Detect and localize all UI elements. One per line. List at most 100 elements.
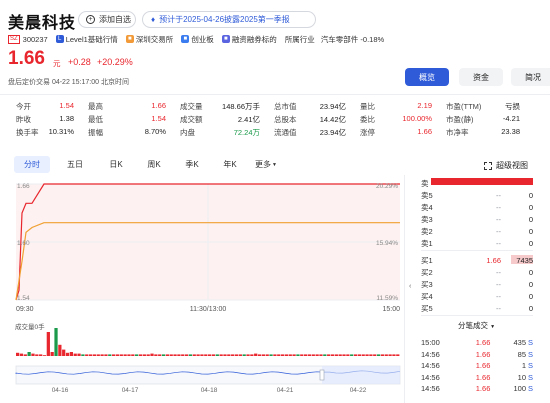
volume-bar bbox=[192, 354, 196, 356]
tab-five-day[interactable]: 五日 bbox=[54, 156, 96, 173]
volume-bar bbox=[85, 354, 89, 356]
volume-bar bbox=[223, 354, 227, 356]
tab-brief[interactable]: 简况 bbox=[511, 68, 550, 86]
book-price: -- bbox=[496, 214, 501, 224]
stat-label: 昨收 bbox=[16, 115, 31, 124]
volume-bar bbox=[300, 354, 304, 356]
period-tabs: 分时 五日 日K 周K 季K 年K 更多 ▼ bbox=[14, 156, 284, 173]
industry-label: 所属行业 bbox=[284, 34, 315, 44]
navigator-selection bbox=[322, 366, 400, 384]
level-label: Level1基础行情 bbox=[65, 34, 118, 44]
book-price: -- bbox=[496, 202, 501, 212]
volume-bar bbox=[219, 354, 223, 356]
volume-bar bbox=[373, 354, 377, 356]
stat-value: 1.54 bbox=[151, 114, 166, 123]
stock-tag-row: SZ 300237 L Level1基础行情 ■ 深圳交易所 ■ 创业板 ■ 融资融券标… bbox=[8, 33, 392, 45]
book-divider bbox=[421, 250, 533, 251]
market-badge: SZ bbox=[8, 34, 20, 44]
navigator-date: 04-16 bbox=[52, 387, 69, 394]
volume-bar bbox=[81, 354, 85, 356]
tick-row: 14:56 1.66 100 S bbox=[421, 383, 533, 395]
y-tick-label: 11.59% bbox=[376, 295, 398, 302]
volume-bar bbox=[146, 354, 150, 356]
earnings-notice[interactable]: ♦ 预计于2025-04-26披露2025第一季报 bbox=[142, 11, 316, 28]
book-volume: 0 bbox=[528, 190, 533, 200]
volume-bar bbox=[323, 354, 327, 356]
navigator-date: 04-21 bbox=[277, 387, 294, 394]
book-volume: 0 bbox=[528, 267, 533, 277]
ask-row: 卖5 -- 0 bbox=[421, 189, 533, 201]
volume-bar bbox=[142, 354, 146, 356]
tab-overview[interactable]: 概览 bbox=[405, 68, 449, 86]
tick-row: 14:56 1.66 1 S bbox=[421, 360, 533, 372]
volume-bar bbox=[169, 354, 173, 356]
volume-bar bbox=[188, 354, 193, 356]
add-watchlist-button[interactable]: + 添加自选 bbox=[78, 11, 136, 28]
board-tag[interactable]: ■ 创业板 bbox=[181, 34, 214, 45]
volume-bar bbox=[108, 354, 112, 356]
add-watchlist-label: 添加自选 bbox=[99, 15, 131, 24]
ask-volume-bar bbox=[431, 178, 533, 185]
volume-bar bbox=[161, 354, 166, 356]
volume-bar bbox=[39, 354, 43, 356]
notice-text: 预计于2025-04-26披露2025第一季报 bbox=[159, 15, 290, 24]
volume-bar bbox=[330, 354, 335, 356]
volume-bar bbox=[338, 354, 342, 356]
industry-link[interactable]: 汽车零部件 -0.18% bbox=[321, 34, 384, 45]
book-price: 1.66 bbox=[486, 255, 501, 265]
bid-row: 买1 1.66 7435 bbox=[421, 254, 533, 266]
x-tick-label: 11:30/13:00 bbox=[190, 306, 227, 313]
tab-weekly-k[interactable]: 周K bbox=[136, 156, 172, 173]
exchange-tag[interactable]: ■ 深圳交易所 bbox=[125, 34, 173, 45]
header-divider bbox=[0, 94, 550, 95]
tab-more[interactable]: 更多 ▼ bbox=[248, 156, 284, 173]
tab-yearly-k[interactable]: 年K bbox=[212, 156, 248, 173]
intraday-chart[interactable]: 1.66 1.60 1.54 20.29% 15.94% 11.59% 09:30 11:30… bbox=[0, 176, 404, 403]
stat-value: 10.31% bbox=[48, 127, 74, 136]
stat-label: 市盈(静) bbox=[446, 115, 474, 124]
volume-bar bbox=[234, 354, 239, 356]
book-volume: 0 bbox=[528, 279, 533, 289]
ticks-header[interactable]: 分笔成交 ▼ bbox=[458, 320, 495, 331]
collapse-arrow-icon[interactable]: ‹ bbox=[409, 283, 411, 290]
y-tick-label: 1.66 bbox=[17, 183, 30, 190]
stat-cell: 总市值 23.94亿 bbox=[274, 101, 346, 112]
volume-bar bbox=[292, 354, 296, 356]
tab-quarterly-k[interactable]: 季K bbox=[172, 156, 212, 173]
stat-label: 内盘 bbox=[180, 128, 195, 137]
stat-value: 148.66万手 bbox=[222, 102, 260, 111]
volume-bar bbox=[269, 354, 273, 356]
stat-cell: 最低 1.54 bbox=[88, 114, 166, 125]
super-view-button[interactable]: 超级视图 bbox=[484, 160, 528, 171]
volume-bar bbox=[23, 354, 27, 356]
stat-label: 今开 bbox=[16, 102, 31, 111]
volume-bar bbox=[27, 352, 31, 356]
volume-bar bbox=[69, 352, 73, 356]
tab-intraday[interactable]: 分时 bbox=[14, 156, 50, 173]
stat-label: 最低 bbox=[88, 115, 103, 124]
volume-bar bbox=[311, 354, 315, 356]
stats-row: 换手率 10.31% 振幅 8.70% 内盘 72.24万 流通值 23.94亿 涨停 1.66 市… bbox=[16, 126, 536, 139]
volume-bar bbox=[288, 354, 292, 356]
tick-side: S bbox=[528, 361, 534, 371]
volume-bar bbox=[215, 354, 219, 356]
tab-daily-k[interactable]: 日K bbox=[96, 156, 136, 173]
stat-cell: 总股本 14.42亿 bbox=[274, 114, 346, 125]
stat-value: 1.54 bbox=[59, 101, 74, 110]
tab-funds[interactable]: 资金 bbox=[459, 68, 503, 86]
book-level: 卖1 bbox=[421, 238, 433, 248]
stat-label: 成交量 bbox=[180, 102, 203, 111]
book-volume: 0 bbox=[528, 238, 533, 248]
navigator-date: 04-18 bbox=[201, 387, 218, 394]
margin-tag[interactable]: ■ 融资融券标的 bbox=[221, 34, 277, 45]
volume-bar bbox=[50, 352, 54, 356]
volume-bar bbox=[181, 354, 185, 356]
volume-bar bbox=[361, 354, 365, 356]
book-volume: 0 bbox=[528, 226, 533, 236]
level-tag[interactable]: L Level1基础行情 bbox=[55, 34, 118, 45]
stat-cell: 委比 100.00% bbox=[360, 114, 432, 125]
book-volume: 0 bbox=[528, 214, 533, 224]
volume-bar bbox=[196, 354, 200, 356]
tick-price: 1.66 bbox=[475, 349, 491, 359]
volume-bar bbox=[138, 354, 143, 356]
